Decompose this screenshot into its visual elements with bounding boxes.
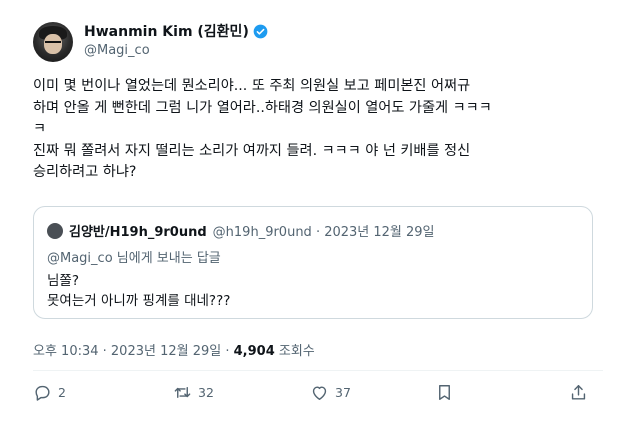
reply-count: 2: [58, 385, 66, 400]
author-name-row: Hwanmin Kim (김환민): [84, 21, 268, 41]
reply-icon: [35, 385, 50, 401]
tweet-text-line: 승리하려고 하냐?: [33, 164, 137, 180]
views-count: 4,904: [233, 344, 275, 359]
retweet-count: 32: [198, 385, 214, 400]
tweet-text-line: ㅋ: [33, 121, 47, 137]
like-icon: [312, 386, 327, 400]
author-display-name[interactable]: Hwanmin Kim (김환민): [84, 21, 249, 41]
avatar-glasses: [45, 41, 61, 45]
time-date[interactable]: 오후 10:34 · 2023년 12월 29일 ·: [33, 344, 234, 359]
quoted-display-name[interactable]: 김양반/H19h_9r0und: [69, 221, 207, 240]
tweet-card: Hwanmin Kim (김환민) @Magi_co 이미 몇 번이나 열었는데…: [0, 0, 640, 432]
quoted-avatar[interactable]: [47, 222, 63, 239]
author-handle[interactable]: @Magi_co: [84, 43, 150, 58]
tweet-text-line: 진짜 뭐 쫄려서 자지 떨리는 소리가 여까지 들려. ㅋㅋㅋ 야 넌 키배를 …: [33, 142, 471, 159]
reply-mention[interactable]: @Magi_co: [47, 251, 113, 266]
tweet-text: 이미 몇 번이나 열었는데 뭔소리야... 또 주최 의원실 보고 페미본진 어…: [33, 76, 613, 184]
reply-button[interactable]: 2: [33, 383, 66, 402]
tweet-timestamp: 오후 10:34 · 2023년 12월 29일 · 4,904 조회수: [33, 340, 315, 359]
tweet-text-line: 이미 몇 번이나 열었는데 뭔소리야... 또 주최 의원실 보고 페미본진 어…: [33, 78, 471, 94]
bookmark-button[interactable]: [435, 383, 454, 402]
retweet-icon: [174, 387, 191, 398]
quoted-tweet-header: 김양반/H19h_9r0und @h19h_9r0und · 2023년 12월…: [47, 221, 435, 240]
quoted-text-line: 못여는거 아니까 핑계를 대네???: [47, 293, 231, 309]
reply-suffix: 님에게 보내는 답글: [112, 251, 221, 266]
like-count: 37: [335, 385, 351, 400]
avatar[interactable]: [33, 22, 73, 62]
divider: [33, 370, 603, 371]
tweet-text-line: 하며 안올 게 뻔한데 그럼 니가 열어라..하태경 의원실이 열어도 가줄게 …: [33, 99, 492, 116]
share-button[interactable]: [569, 383, 588, 402]
bookmark-icon: [439, 385, 450, 400]
verified-badge-icon: [253, 24, 268, 38]
quoted-text-line: 님쫄?: [47, 273, 80, 289]
quoted-handle-date: @h19h_9r0und · 2023년 12월 29일: [212, 225, 435, 240]
quoted-text: 님쫄? 못여는거 아니까 핑계를 대네???: [47, 271, 230, 311]
retweet-button[interactable]: 32: [173, 383, 214, 402]
share-icon: [571, 385, 586, 400]
like-button[interactable]: 37: [310, 383, 351, 402]
quoted-tweet[interactable]: 김양반/H19h_9r0und @h19h_9r0und · 2023년 12월…: [33, 206, 593, 319]
action-bar: 2 32 37: [33, 383, 603, 407]
quoted-reply-context: @Magi_co 님에게 보내는 답글: [47, 247, 221, 266]
views-label: 조회수: [274, 344, 315, 359]
